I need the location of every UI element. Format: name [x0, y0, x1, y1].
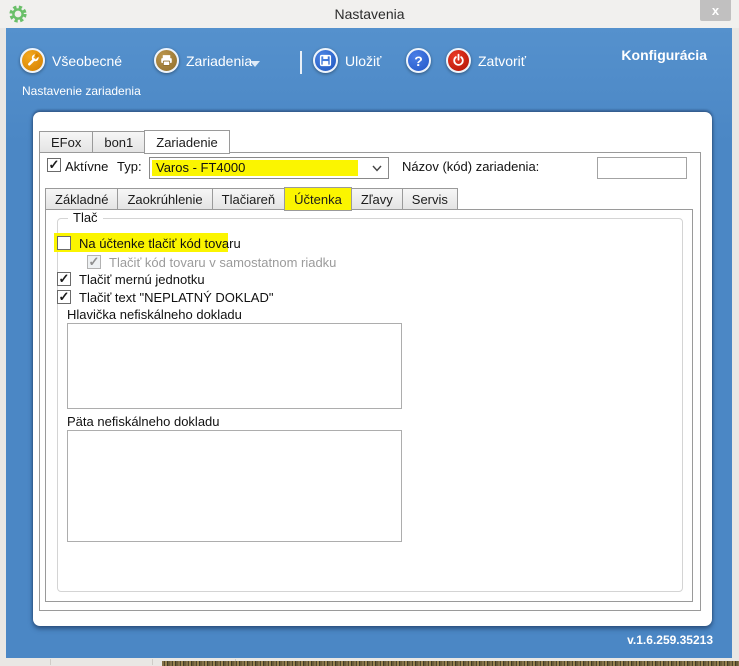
general-settings-button[interactable]: Všeobecné [20, 48, 122, 73]
tab-zariadenie[interactable]: Zariadenie [144, 130, 229, 154]
active-checkbox[interactable]: ✓ [47, 158, 61, 172]
window-title: Nastavenia [0, 0, 739, 28]
frame-divider [50, 659, 51, 665]
tab-tlaciaren[interactable]: Tlačiareň [212, 188, 284, 210]
devices-dropdown-chevron-icon[interactable] [250, 61, 260, 67]
device-name-input[interactable] [597, 157, 687, 179]
close-icon: x [712, 3, 719, 18]
tab-zlavy[interactable]: Zľavy [352, 188, 402, 210]
save-label: Uložiť [345, 53, 381, 69]
desktop-wallpaper-sliver [162, 661, 739, 666]
tab-uctenka[interactable]: Účtenka [284, 187, 352, 211]
brand-title: Konfigurácia [621, 47, 707, 63]
tab-efox[interactable]: EFox [39, 131, 92, 153]
save-floppy-icon [313, 48, 338, 73]
version-label: v.1.6.259.35213 [627, 633, 713, 647]
check-icon: ✓ [59, 271, 70, 286]
power-icon [446, 48, 471, 73]
header-doc-label: Hlavička nefiskálneho dokladu [67, 307, 242, 322]
settings-window: Nastavenia x Všeobecné Zariadenia [0, 0, 739, 666]
active-label: Aktívne [65, 159, 108, 174]
printer-icon [154, 48, 179, 73]
tab-zaokruhlenie[interactable]: Zaokrúhlenie [117, 188, 211, 210]
settings-panel: EFox bon1 Zariadenie ✓ Aktívne Typ: Varo… [33, 112, 712, 626]
footer-doc-textarea[interactable] [67, 430, 402, 542]
tab-bon1[interactable]: bon1 [92, 131, 144, 153]
devices-button[interactable]: Zariadenia [154, 48, 252, 73]
check-icon: ✓ [59, 289, 70, 304]
general-settings-label: Všeobecné [52, 53, 122, 69]
print-unit-label: Tlačiť mernú jednotku [79, 272, 205, 287]
question-mark-glyph: ? [414, 54, 423, 68]
check-icon: ✓ [49, 157, 60, 172]
print-item-code-label: Na účtenke tlačiť kód tovaru [79, 236, 241, 251]
close-config-button[interactable]: Zatvoriť [446, 48, 526, 73]
close-config-label: Zatvoriť [478, 53, 526, 69]
item-code-own-line-checkbox: ✓ [87, 255, 101, 269]
device-tab-strip: EFox bon1 Zariadenie [39, 129, 230, 153]
section-tab-strip: Základné Zaokrúhlenie Tlačiareň Účtenka … [45, 186, 458, 210]
print-invalid-doc-checkbox[interactable]: ✓ [57, 290, 71, 304]
print-group-title: Tlač [68, 210, 103, 225]
toolbar-subtitle: Nastavenie zariadenia [22, 84, 141, 98]
help-icon: ? [406, 48, 431, 73]
save-button[interactable]: Uložiť [313, 48, 381, 73]
tab-servis[interactable]: Servis [402, 188, 458, 210]
help-button[interactable]: ? [406, 48, 431, 73]
frame-divider [152, 659, 153, 665]
title-bar: Nastavenia x [0, 0, 739, 28]
item-code-own-line-label: Tlačiť kód tovaru v samostatnom riadku [109, 255, 336, 270]
device-type-select[interactable]: Varos - FT4000 [149, 157, 389, 179]
tab-zakladne[interactable]: Základné [45, 188, 117, 210]
toolbar-separator [300, 51, 302, 74]
footer-doc-label: Päta nefiskálneho dokladu [67, 414, 220, 429]
device-name-label: Názov (kód) zariadenia: [402, 159, 539, 174]
print-item-code-checkbox[interactable] [57, 236, 71, 250]
close-button[interactable]: x [700, 0, 731, 21]
wrench-icon [20, 48, 45, 73]
print-unit-checkbox[interactable]: ✓ [57, 272, 71, 286]
combo-chevron-down-icon [372, 165, 382, 172]
type-label: Typ: [117, 159, 142, 174]
devices-label: Zariadenia [186, 53, 252, 69]
check-icon: ✓ [89, 254, 100, 269]
print-invalid-doc-label: Tlačiť text "NEPLATNÝ DOKLAD" [79, 290, 273, 305]
header-doc-textarea[interactable] [67, 323, 402, 409]
device-type-value: Varos - FT4000 [152, 160, 358, 176]
